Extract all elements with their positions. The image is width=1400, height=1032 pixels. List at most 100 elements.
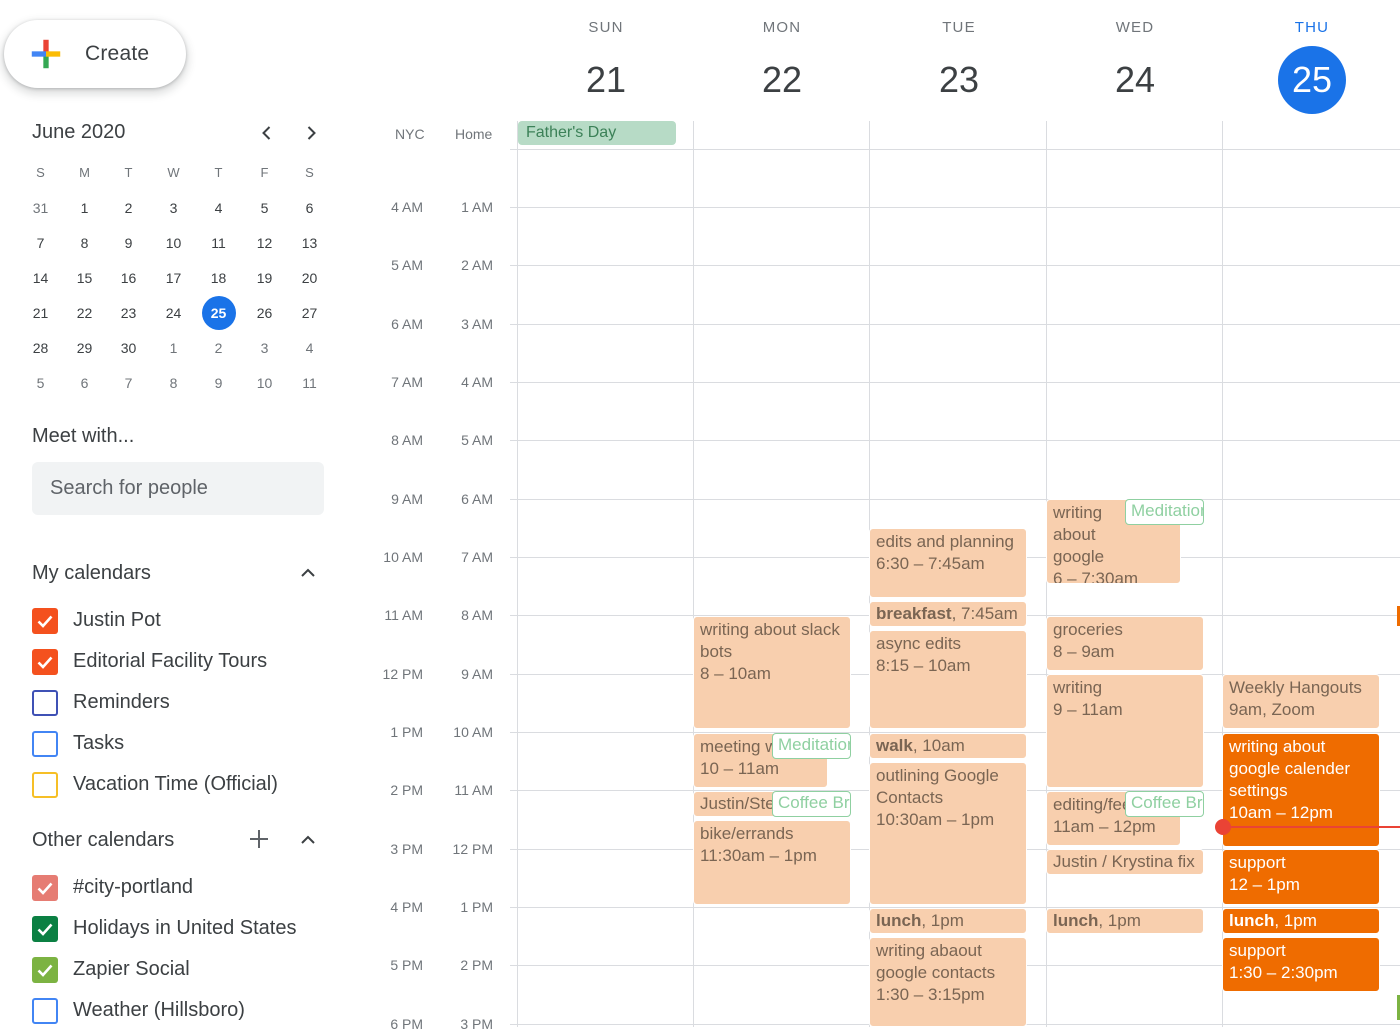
day-number[interactable]: 23 <box>925 46 993 114</box>
mini-calendar-day[interactable]: 18 <box>196 260 241 295</box>
event-card-meditation[interactable]: Meditation <box>772 733 851 759</box>
checkbox-checked[interactable] <box>32 875 58 901</box>
calendar-item[interactable]: #city-portland <box>32 871 352 905</box>
checkbox-unchecked[interactable] <box>32 772 58 798</box>
day-number[interactable]: 21 <box>572 46 640 114</box>
event-card[interactable]: async edits 8:15 – 10am <box>869 630 1027 729</box>
event-card[interactable]: writing about slack bots 8 – 10am <box>693 616 851 729</box>
collapse-other-calendars-button[interactable] <box>291 823 325 857</box>
day-number[interactable]: 25 <box>1278 46 1346 114</box>
mini-calendar-day[interactable]: 26 <box>242 295 287 330</box>
mini-calendar-day[interactable]: 6 <box>287 190 332 225</box>
mini-calendar-day[interactable]: 1 <box>62 190 107 225</box>
mini-calendar-day[interactable]: 22 <box>62 295 107 330</box>
all-day-event[interactable]: Father's Day <box>518 121 676 145</box>
mini-calendar-day[interactable]: 10 <box>242 365 287 400</box>
mini-calendar-day[interactable]: 28 <box>18 330 63 365</box>
mini-calendar-day[interactable]: 3 <box>242 330 287 365</box>
mini-calendar-day[interactable]: 27 <box>287 295 332 330</box>
event-card[interactable]: support 12 – 1pm <box>1222 849 1380 905</box>
mini-calendar-day[interactable]: 19 <box>242 260 287 295</box>
event-card[interactable]: lunch, 1pm <box>1222 908 1380 934</box>
mini-calendar-day[interactable]: 8 <box>151 365 196 400</box>
event-card[interactable]: bike/errands 11:30am – 1pm <box>693 820 851 905</box>
mini-calendar-day[interactable]: 4 <box>287 330 332 365</box>
mini-calendar-day[interactable]: 9 <box>196 365 241 400</box>
mini-calendar-day[interactable]: 14 <box>18 260 63 295</box>
next-month-button[interactable] <box>296 118 326 148</box>
event-card[interactable]: writing about google calender settings 1… <box>1222 733 1380 847</box>
mini-calendar-day[interactable]: 5 <box>242 190 287 225</box>
event-card[interactable]: support 1:30 – 2:30pm <box>1222 937 1380 992</box>
event-card[interactable]: Weekly Hangouts 9am, Zoom <box>1222 674 1380 729</box>
mini-calendar-day[interactable]: 10 <box>151 225 196 260</box>
checkbox-unchecked[interactable] <box>32 690 58 716</box>
calendar-item[interactable]: Weather (Hillsboro) <box>32 994 352 1028</box>
day-header-tue[interactable]: TUE 23 <box>871 18 1047 114</box>
mini-calendar-day-today[interactable]: 25 <box>196 295 241 330</box>
calendar-item[interactable]: Zapier Social <box>32 953 352 987</box>
event-card[interactable]: breakfast, 7:45am <box>869 601 1027 627</box>
mini-calendar-day[interactable]: 7 <box>18 225 63 260</box>
mini-calendar-day[interactable]: 17 <box>151 260 196 295</box>
mini-calendar-day[interactable]: 31 <box>18 190 63 225</box>
mini-calendar-day[interactable]: 15 <box>62 260 107 295</box>
mini-calendar-day[interactable]: 2 <box>106 190 151 225</box>
event-card[interactable]: groceries 8 – 9am <box>1046 616 1204 671</box>
checkbox-checked[interactable] <box>32 649 58 675</box>
event-card[interactable]: outlining Google Contacts 10:30am – 1pm <box>869 762 1027 905</box>
day-number[interactable]: 22 <box>748 46 816 114</box>
event-card-coffee-break[interactable]: Coffee Break <box>772 791 851 817</box>
mini-calendar-day[interactable]: 8 <box>62 225 107 260</box>
mini-calendar-day[interactable]: 11 <box>287 365 332 400</box>
mini-calendar-day[interactable]: 7 <box>106 365 151 400</box>
calendar-item[interactable]: Holidays in United States <box>32 912 352 946</box>
mini-calendar-day[interactable]: 6 <box>62 365 107 400</box>
mini-calendar-day[interactable]: 1 <box>151 330 196 365</box>
day-header-mon[interactable]: MON 22 <box>694 18 870 114</box>
mini-calendar-day[interactable]: 4 <box>196 190 241 225</box>
checkbox-checked[interactable] <box>32 957 58 983</box>
event-card[interactable]: writing abaout google contacts 1:30 – 3:… <box>869 937 1027 1027</box>
mini-calendar-day[interactable]: 5 <box>18 365 63 400</box>
calendar-item[interactable]: Justin Pot <box>32 604 352 638</box>
event-card[interactable]: writing 9 – 11am <box>1046 674 1204 788</box>
mini-calendar-day[interactable]: 13 <box>287 225 332 260</box>
mini-calendar-day[interactable]: 21 <box>18 295 63 330</box>
mini-calendar-day[interactable]: 30 <box>106 330 151 365</box>
day-header-thu-today[interactable]: THU 25 <box>1224 18 1400 114</box>
mini-calendar-day[interactable]: 11 <box>196 225 241 260</box>
search-people-input[interactable]: Search for people <box>32 462 324 515</box>
mini-calendar-day[interactable]: 29 <box>62 330 107 365</box>
checkbox-checked[interactable] <box>32 608 58 634</box>
checkbox-unchecked[interactable] <box>32 998 58 1024</box>
event-card[interactable]: lunch, 1pm <box>1046 908 1204 934</box>
create-button[interactable]: Create <box>4 20 186 88</box>
mini-calendar-day[interactable]: 16 <box>106 260 151 295</box>
event-card[interactable]: lunch, 1pm <box>869 908 1027 934</box>
mini-calendar-day[interactable]: 20 <box>287 260 332 295</box>
event-card-meditation[interactable]: Meditation <box>1125 499 1204 525</box>
mini-calendar-day[interactable]: 23 <box>106 295 151 330</box>
event-card[interactable]: walk, 10am <box>869 733 1027 759</box>
day-header-wed[interactable]: WED 24 <box>1047 18 1223 114</box>
mini-calendar-day[interactable]: 12 <box>242 225 287 260</box>
event-card-coffee-break[interactable]: Coffee Break <box>1125 791 1204 817</box>
add-calendar-button[interactable] <box>242 822 276 856</box>
mini-calendar-day[interactable]: 3 <box>151 190 196 225</box>
checkbox-unchecked[interactable] <box>32 731 58 757</box>
checkbox-checked[interactable] <box>32 916 58 942</box>
mini-calendar-day[interactable]: 9 <box>106 225 151 260</box>
event-card[interactable]: Justin / Krystina fix <box>1046 849 1204 875</box>
calendar-item[interactable]: Editorial Facility Tours <box>32 645 352 679</box>
event-card[interactable]: edits and planning 6:30 – 7:45am <box>869 528 1027 598</box>
calendar-item[interactable]: Vacation Time (Official) <box>32 768 352 802</box>
calendar-item[interactable]: Reminders <box>32 686 352 720</box>
mini-calendar-day[interactable]: 2 <box>196 330 241 365</box>
previous-month-button[interactable] <box>252 118 282 148</box>
day-header-sun[interactable]: SUN 21 <box>518 18 694 114</box>
collapse-my-calendars-button[interactable] <box>291 556 325 590</box>
calendar-item[interactable]: Tasks <box>32 727 352 761</box>
mini-calendar-day[interactable]: 24 <box>151 295 196 330</box>
day-number[interactable]: 24 <box>1101 46 1169 114</box>
